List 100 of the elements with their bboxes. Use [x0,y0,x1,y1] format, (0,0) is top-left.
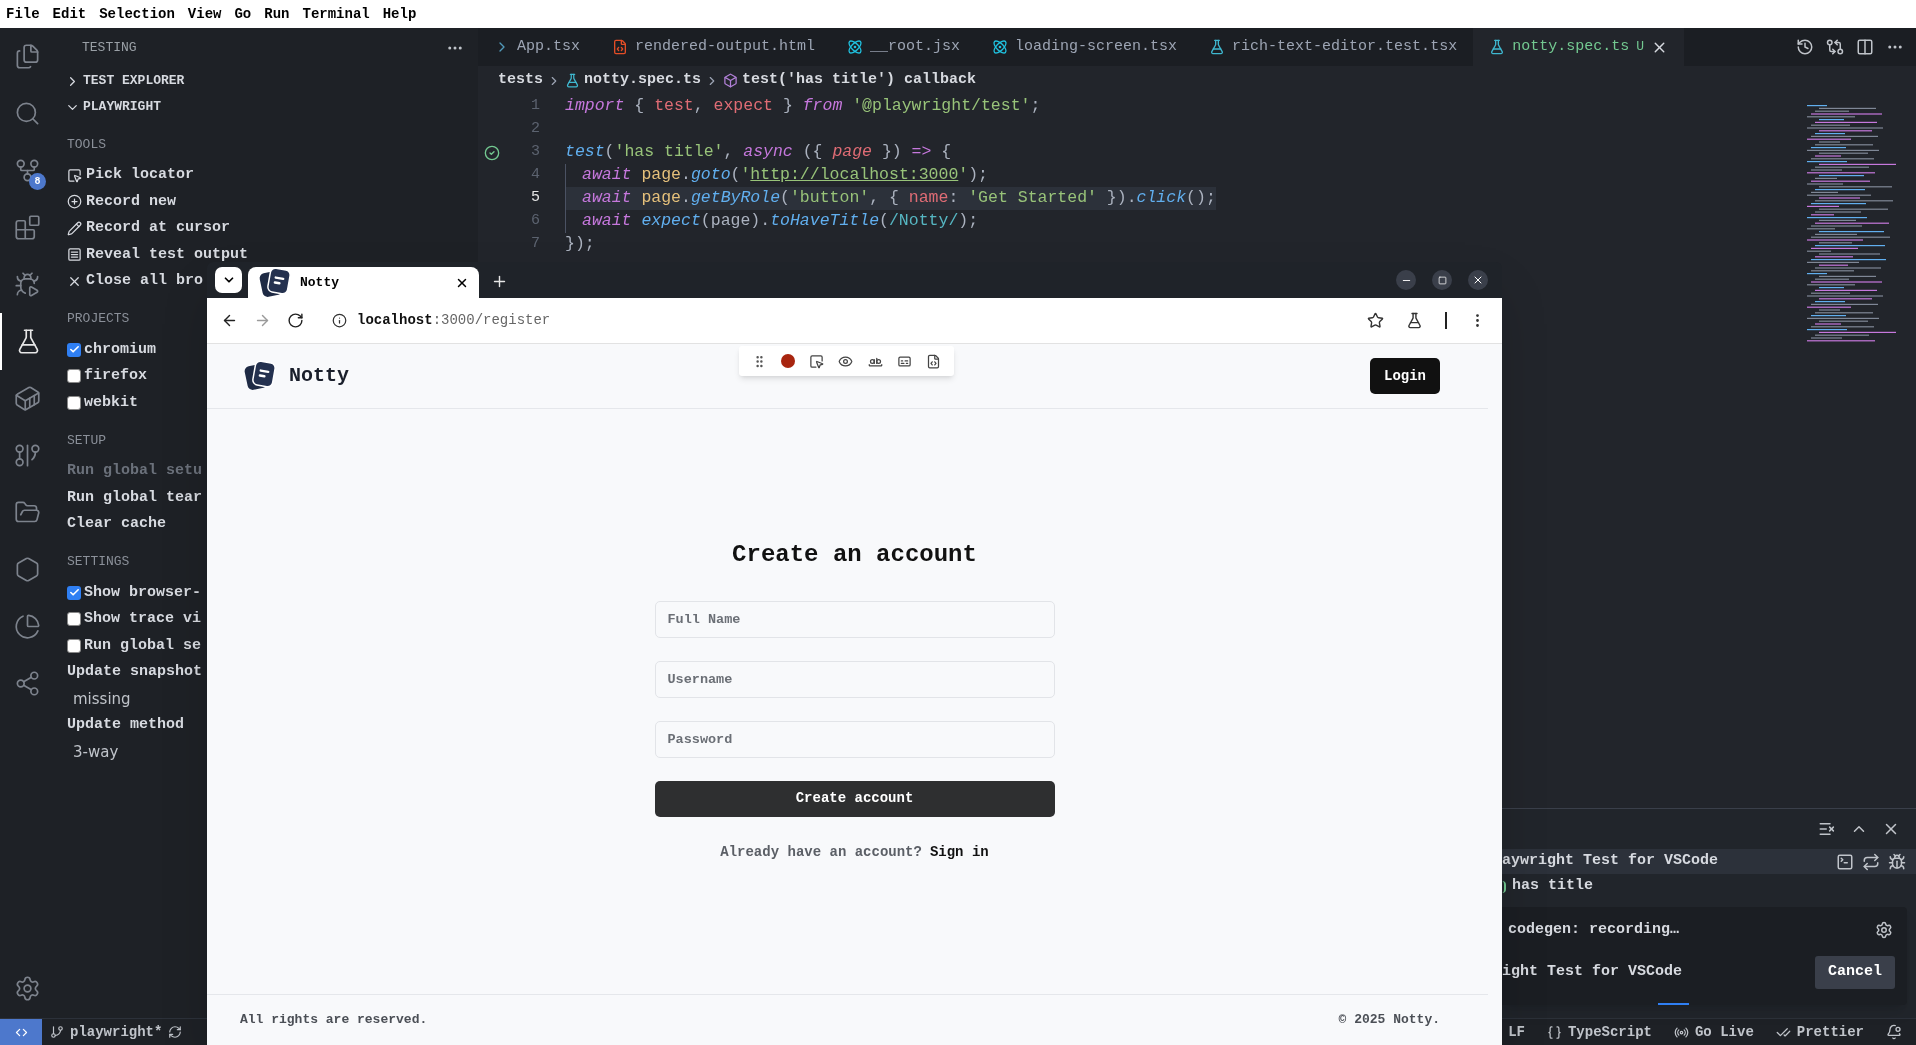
create-account-button[interactable]: Create account [654,780,1055,817]
setting-value[interactable]: 3-way [73,740,119,763]
settings-icon[interactable] [1875,921,1893,939]
test-passed-icon[interactable] [483,144,500,161]
footer-text: All rights are reserved. [240,1011,428,1030]
signin-prompt: Already have an account? [720,842,922,862]
section-header[interactable]: TEST EXPLORER [55,68,478,94]
input-field[interactable]: Username [654,660,1055,698]
address-field[interactable]: localhost:3000/register [357,310,551,331]
tool-item[interactable]: Reveal test output [67,241,249,268]
site-info-icon[interactable] [332,313,347,328]
flask-icon[interactable] [1406,312,1423,329]
editor-tab[interactable]: loading-screen.tsx [976,28,1194,66]
sign-in-link[interactable]: Sign in [929,841,989,863]
bell-icon[interactable] [1886,1024,1902,1040]
history-icon[interactable] [1796,38,1814,56]
split-editor-icon[interactable] [1856,38,1874,56]
debug-icon[interactable] [1888,852,1906,871]
terminal-icon[interactable] [1836,852,1854,871]
plus-circle-icon [67,194,82,210]
menu-item[interactable]: Help [382,3,417,25]
test-result-row[interactable]: aywright Test for VSCode [1502,849,1916,874]
maximize-icon [1437,275,1447,285]
menu-item[interactable]: Terminal [302,3,370,25]
option-label: webkit [84,392,138,413]
tool-item[interactable]: Pick locator [67,162,195,189]
checkbox[interactable] [67,369,81,384]
status-item[interactable]: TypeScript [1546,1021,1652,1043]
status-item[interactable]: Prettier [1775,1021,1864,1043]
menu-item[interactable]: Run [264,3,290,25]
editor-tab[interactable]: rich-text-editor.test.tsx [1193,28,1474,66]
setting-value[interactable]: missing [73,687,131,710]
editor-tab[interactable]: App.tsx [478,28,596,66]
files-icon [14,43,41,70]
value-assert-icon[interactable] [896,353,912,369]
bookmark-star-icon[interactable] [1367,312,1384,329]
menu-item[interactable]: Selection [99,3,175,25]
line-number: 5 [530,188,540,209]
command-item[interactable]: Run global tear [67,484,203,511]
reload-icon[interactable] [287,312,304,329]
section-header[interactable]: PLAYWRIGHT [55,94,478,120]
group-heading: PROJECTS [67,310,130,328]
status-item[interactable]: LF [1508,1021,1525,1043]
checkbox[interactable] [67,612,81,627]
compare-icon[interactable] [1826,38,1844,56]
input-field[interactable]: Password [654,720,1055,758]
option-label: Run global se [84,635,202,656]
pointer-square-icon [67,167,82,183]
rerun-icon[interactable] [1862,852,1880,871]
notty-logo-icon [243,359,277,393]
search-icon [14,100,41,127]
command-item[interactable]: Clear cache [67,511,167,538]
group-heading: SETUP [67,431,106,450]
record-button[interactable] [781,354,796,368]
tool-item[interactable]: Record at cursor [67,215,231,242]
browser-tab[interactable]: Notty [248,267,479,298]
checkbox[interactable] [67,342,81,357]
git-fork-icon [14,157,41,184]
group-heading: TOOLS [67,135,106,154]
menu-item[interactable]: View [187,3,222,25]
sync-icon[interactable] [168,1025,183,1039]
clear-output-icon[interactable] [1818,820,1836,838]
line-number: 4 [530,165,540,186]
checkbox[interactable] [67,395,81,410]
pencil-icon [67,220,82,236]
hexagon-icon [14,556,41,583]
option-label: Show browser- [84,582,202,603]
status-item[interactable]: Go Live [1673,1021,1754,1043]
new-tab-icon[interactable] [491,273,508,290]
line-number: 1 [530,96,540,117]
snapshot-icon[interactable] [925,353,941,369]
menu-item[interactable]: File [6,3,40,25]
back-icon[interactable] [221,312,238,329]
breadcrumb-item[interactable]: test('has title') callback [723,69,977,92]
settings-icon[interactable] [14,975,41,1002]
share-icon [14,670,41,697]
pointer-square-icon[interactable] [809,353,825,369]
editor-tab[interactable]: rendered-output.html [596,28,832,66]
checkbox[interactable] [67,585,81,600]
editor-tab[interactable]: notty.spec.ts U [1473,28,1684,66]
editor-tab[interactable]: __root.jsx [831,28,977,66]
input-field[interactable]: Full Name [654,600,1055,638]
activity-bar-item[interactable]: 8 [0,142,55,199]
tool-item[interactable]: Record new [67,188,176,215]
tab-search-button[interactable] [215,267,242,293]
code-line: test('has title', async ({ page }) => { [565,141,952,164]
checkbox[interactable] [67,638,81,653]
eye-icon[interactable] [838,353,854,369]
menu-item[interactable]: Edit [52,3,87,25]
maximize-button[interactable] [1432,270,1452,290]
breadcrumb-item[interactable]: tests [498,69,543,92]
branch-icon [50,1025,64,1039]
cancel-button[interactable]: Cancel [1815,955,1895,989]
close-window-button[interactable] [1468,270,1488,290]
login-button[interactable]: Login [1370,358,1440,394]
code-line: }); [565,233,595,256]
menu-item[interactable]: Go [234,3,252,25]
breadcrumb-item[interactable]: notty.spec.ts [565,69,702,92]
tool-item[interactable]: Close all bro [67,268,204,295]
branch-item[interactable]: playwright* [42,1021,183,1043]
